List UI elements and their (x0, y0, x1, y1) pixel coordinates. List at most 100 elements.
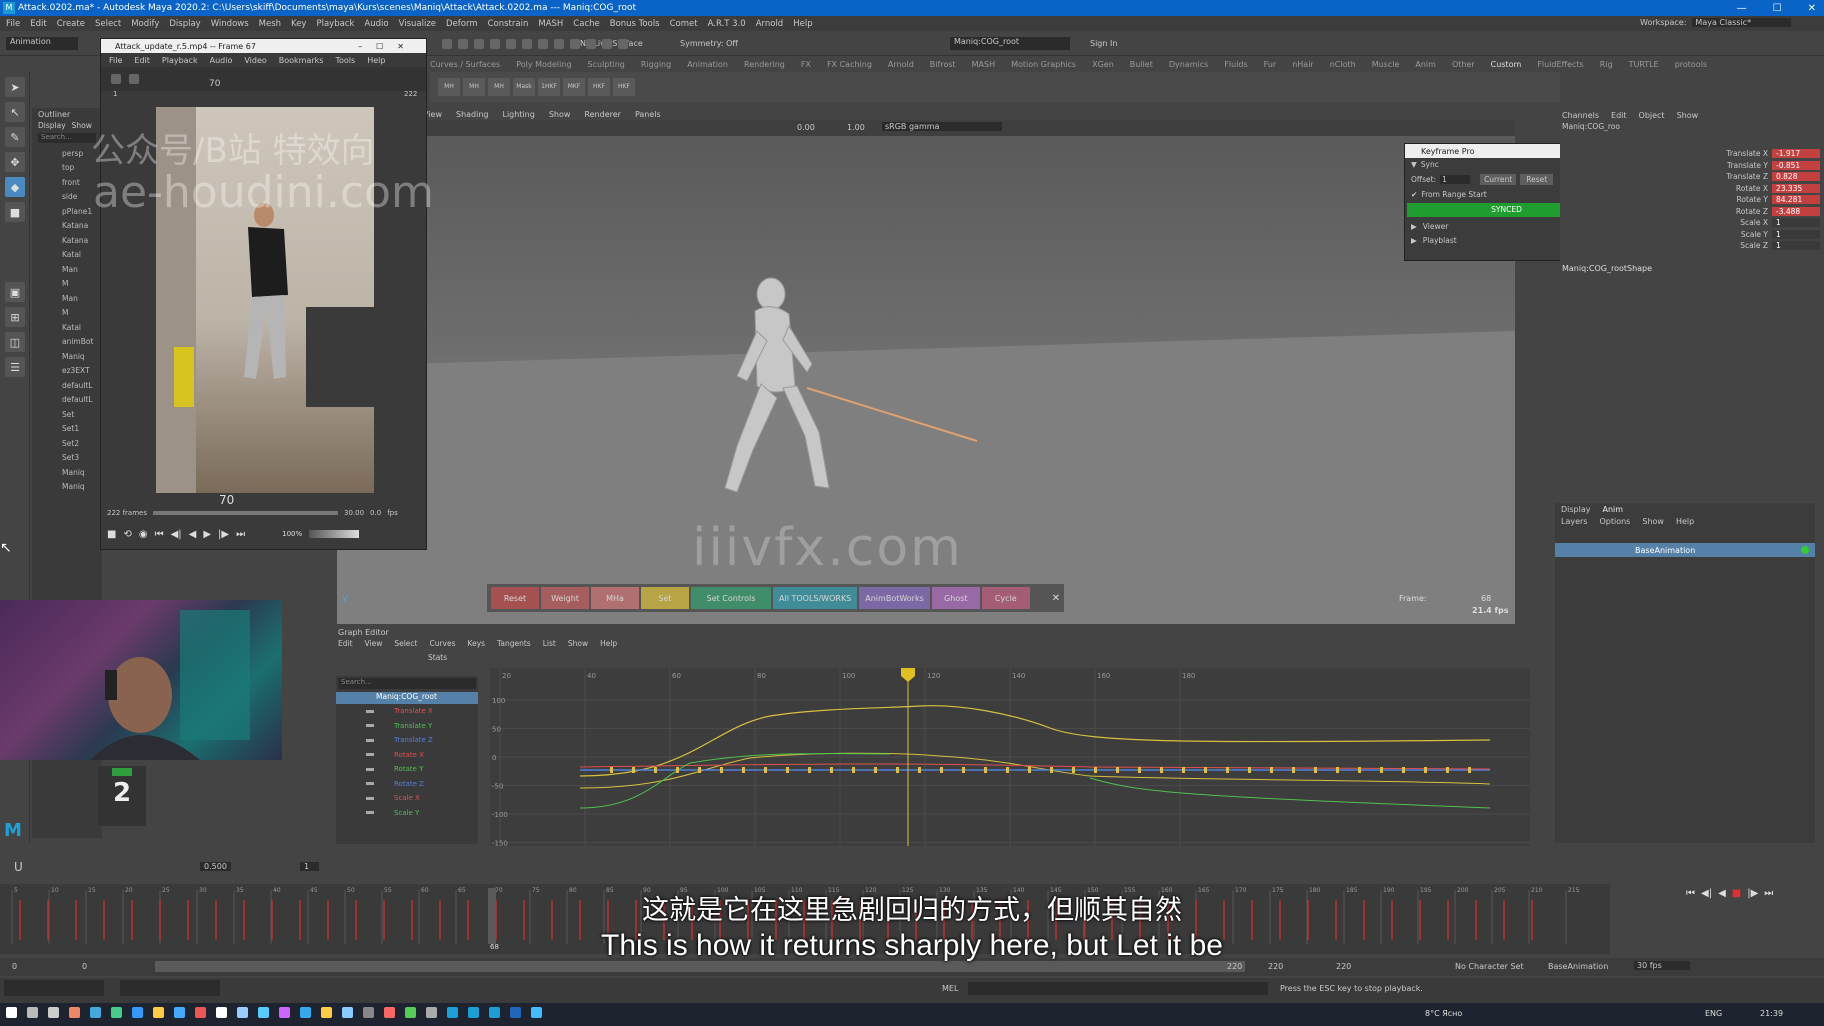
layers-menu-help[interactable]: Help (1676, 517, 1694, 526)
mel-label[interactable]: MEL (942, 984, 958, 993)
graph-attr-row[interactable]: Rotate Y (336, 762, 478, 777)
shelf-tab-13[interactable]: Bullet (1130, 60, 1153, 69)
graph-node-row[interactable]: Maniq:COG_root (336, 692, 478, 704)
toolbar-icon-7[interactable] (554, 39, 564, 49)
sign-in-button[interactable]: Sign In (1090, 39, 1117, 48)
minimize-icon[interactable]: — (1737, 3, 1747, 14)
taskbar-app-icon-11[interactable] (237, 1007, 248, 1018)
outliner-item[interactable]: pPlane1 (32, 204, 102, 219)
taskbar-app-icon-8[interactable] (174, 1007, 185, 1018)
taskbar-app-icon-15[interactable] (321, 1007, 332, 1018)
menu-display[interactable]: Display (169, 19, 200, 29)
outliner-item[interactable]: Set2 (32, 436, 102, 451)
menu-create[interactable]: Create (57, 19, 85, 29)
channel-row[interactable]: Rotate X 23.335 (1710, 183, 1820, 195)
taskbar-app-icon-21[interactable] (447, 1007, 458, 1018)
taskbar-app-icon-13[interactable] (279, 1007, 290, 1018)
menu-arnold[interactable]: Arnold (756, 19, 784, 29)
frame-step-field[interactable]: 1 (300, 862, 320, 871)
sync-expand-icon[interactable]: ▼ (1411, 160, 1417, 169)
weather-status[interactable]: 8°C Ясно (1425, 1009, 1462, 1018)
shelf-icon-2[interactable]: MH (488, 78, 510, 96)
shelf-tab-17[interactable]: nHair (1292, 60, 1314, 69)
channel-row[interactable]: Rotate Z -3.488 (1710, 206, 1820, 218)
graph-menu-view[interactable]: View (365, 639, 383, 648)
animbot-button-2[interactable]: MHa (591, 587, 639, 609)
shelf-tab-3[interactable]: Rigging (641, 60, 671, 69)
magnet-icon[interactable]: U (14, 860, 23, 874)
animbot-button-3[interactable]: Set (641, 587, 689, 609)
go-start-icon[interactable]: ⏮ (155, 529, 164, 540)
taskbar-app-icon-17[interactable] (363, 1007, 374, 1018)
toolbar-icon-1[interactable] (458, 39, 468, 49)
character-set-select[interactable]: No Character Set (1455, 962, 1524, 971)
viewport-menu-renderer[interactable]: Renderer (584, 110, 621, 119)
menu-key[interactable]: Key (291, 19, 306, 29)
layer-row[interactable]: BaseAnimation (1555, 543, 1815, 557)
playblast-label[interactable]: Playblast (1423, 236, 1457, 245)
workspace[interactable]: Workspace: Maya Classic* (1640, 18, 1792, 27)
rotate-tool-icon[interactable]: ◆ (5, 177, 25, 197)
layout-four-icon[interactable]: ⊞ (5, 307, 25, 327)
animbot-button-5[interactable]: All TOOLS/WORKS (773, 587, 858, 609)
menu-modify[interactable]: Modify (131, 19, 159, 29)
outliner-item[interactable]: Katal (32, 320, 102, 335)
menu-windows[interactable]: Windows (211, 19, 249, 29)
graph-menu-select[interactable]: Select (394, 639, 417, 648)
shelf-tab-10[interactable]: MASH (972, 60, 995, 69)
layers-menu-options[interactable]: Options (1599, 517, 1630, 526)
toolbar-icon-2[interactable] (474, 39, 484, 49)
viewer-label[interactable]: Viewer (1423, 222, 1449, 231)
layout-outliner-icon[interactable]: ☰ (5, 357, 25, 377)
menu-mash[interactable]: MASH (538, 19, 563, 29)
player-menu-bookmarks[interactable]: Bookmarks (279, 56, 324, 65)
graph-menu-help[interactable]: Help (600, 639, 617, 648)
anim-layer-select[interactable]: BaseAnimation (1548, 962, 1608, 971)
shelf-icon-7[interactable]: HKF (613, 78, 635, 96)
shelf-icon-6[interactable]: HKF (588, 78, 610, 96)
shelf-tab-1[interactable]: Poly Modeling (516, 60, 571, 69)
shelf-icon-1[interactable]: MH (463, 78, 485, 96)
select-tool-icon[interactable]: ➤ (5, 77, 25, 97)
clock[interactable]: 21:39 (1760, 1009, 1783, 1018)
outliner-item[interactable]: side (32, 190, 102, 205)
range-end-field-2[interactable]: 220 (1268, 962, 1283, 971)
outliner-menu-display[interactable]: Display (38, 121, 66, 130)
player-menu-tools[interactable]: Tools (335, 56, 355, 65)
animbot-button-8[interactable]: Cycle (981, 587, 1030, 609)
channel-value[interactable]: 1 (1772, 218, 1820, 228)
shelf-tab-2[interactable]: Sculpting (588, 60, 625, 69)
toolbar-icon-6[interactable] (538, 39, 548, 49)
menu-constrain[interactable]: Constrain (488, 19, 529, 29)
shelf-tab-19[interactable]: Muscle (1372, 60, 1400, 69)
outliner-item[interactable]: front (32, 175, 102, 190)
channel-value[interactable]: 23.335 (1772, 183, 1820, 193)
shelf-tab-9[interactable]: Bifrost (930, 60, 956, 69)
shelf-tab-14[interactable]: Dynamics (1169, 60, 1208, 69)
outliner-item[interactable]: Katana (32, 219, 102, 234)
outliner-item[interactable]: Set1 (32, 422, 102, 437)
shelf-icon-4[interactable]: 1HKF (538, 78, 560, 96)
shelf-tab-16[interactable]: Fur (1264, 60, 1277, 69)
playblast-expand-icon[interactable]: ▶ (1411, 236, 1417, 245)
outliner-item[interactable]: Man (32, 291, 102, 306)
player-menu-video[interactable]: Video (244, 56, 266, 65)
mel-input[interactable] (968, 982, 1268, 995)
open-tab-1[interactable] (4, 980, 104, 996)
taskbar-app-icon-20[interactable] (426, 1007, 437, 1018)
player-fps-value[interactable]: 30.00 (344, 509, 364, 517)
channel-row[interactable]: Translate X -1.917 (1710, 148, 1820, 160)
volume-slider[interactable] (309, 530, 360, 538)
shelf-tab-18[interactable]: nCloth (1330, 60, 1356, 69)
symmetry-select[interactable]: Symmetry: Off (680, 39, 738, 48)
menu-audio[interactable]: Audio (364, 19, 388, 29)
player-menu-file[interactable]: File (109, 56, 122, 65)
lasso-tool-icon[interactable]: ↖ (5, 102, 25, 122)
shelf-tab-6[interactable]: FX (801, 60, 811, 69)
from-range-checkbox[interactable]: ✔ (1411, 190, 1417, 199)
shelf-tab-23[interactable]: FluidEffects (1537, 60, 1583, 69)
taskbar-app-icon-22[interactable] (468, 1007, 479, 1018)
menu-bonus-tools[interactable]: Bonus Tools (610, 19, 660, 29)
channel-menu-object[interactable]: Object (1639, 111, 1665, 120)
shelf-tab-20[interactable]: Anim (1415, 60, 1436, 69)
